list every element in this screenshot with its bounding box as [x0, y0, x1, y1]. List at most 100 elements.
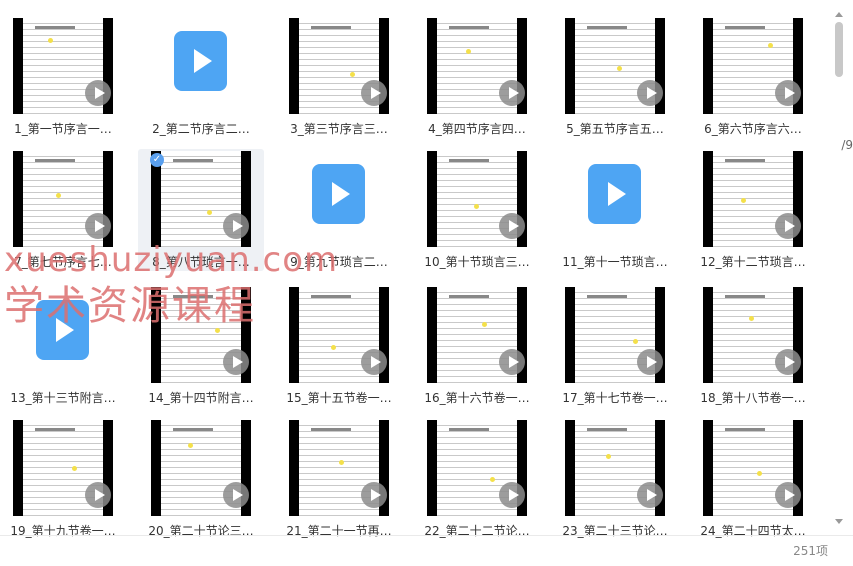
file-name: 10_第十节琐言三…: [424, 255, 530, 269]
file-tile[interactable]: 21_第二十一节再…: [276, 418, 402, 540]
cursor-highlight: [490, 477, 495, 482]
file-name: 13_第十三节附言…: [10, 391, 116, 405]
file-name: 23_第二十三节论…: [562, 524, 668, 538]
cursor-highlight: [188, 443, 193, 448]
file-tile[interactable]: 23_第二十三节论…: [552, 418, 678, 540]
cursor-highlight: [72, 466, 77, 471]
file-name: 9_第九节琐言二…: [290, 255, 388, 269]
file-name: 5_第五节序言五…: [566, 122, 664, 136]
play-icon[interactable]: [775, 349, 801, 375]
video-thumbnail: [427, 151, 527, 247]
file-tile[interactable]: 10_第十节琐言三…: [414, 149, 540, 271]
play-icon[interactable]: [499, 213, 525, 239]
file-name: 2_第二节序言二…: [152, 122, 250, 136]
file-name: 1_第一节序言一…: [14, 122, 112, 136]
play-icon[interactable]: [223, 349, 249, 375]
selected-check-icon[interactable]: ✓: [150, 153, 164, 167]
play-icon[interactable]: [775, 482, 801, 508]
cursor-highlight: [56, 193, 61, 198]
video-thumbnail: [289, 420, 389, 516]
play-icon[interactable]: [637, 80, 663, 106]
cursor-highlight: [350, 72, 355, 77]
file-tile[interactable]: 5_第五节序言五…: [552, 16, 678, 138]
scroll-thumb[interactable]: [835, 22, 843, 77]
scroll-up-icon[interactable]: [835, 12, 843, 17]
play-icon[interactable]: [85, 80, 111, 106]
file-tile[interactable]: 19_第十九节卷一…: [0, 418, 126, 540]
video-thumbnail: [427, 287, 527, 383]
play-icon[interactable]: [775, 80, 801, 106]
file-tile[interactable]: 7_第七节序言七…: [0, 149, 126, 271]
cursor-highlight: [749, 316, 754, 321]
file-tile[interactable]: 1_第一节序言一…: [0, 16, 126, 138]
file-tile[interactable]: 15_第十五节卷一…: [276, 285, 402, 407]
cursor-highlight: [741, 198, 746, 203]
status-divider: [0, 535, 853, 536]
file-thumbnail: [151, 18, 251, 114]
cursor-highlight: [474, 204, 479, 209]
play-icon[interactable]: [223, 482, 249, 508]
play-icon[interactable]: [361, 482, 387, 508]
file-tile[interactable]: 2_第二节序言二…: [138, 16, 264, 138]
file-tile[interactable]: 14_第十四节附言…: [138, 285, 264, 407]
cursor-highlight: [48, 38, 53, 43]
file-tile[interactable]: 16_第十六节卷一…: [414, 285, 540, 407]
cursor-highlight: [482, 322, 487, 327]
file-thumbnail: [289, 151, 389, 247]
video-file-icon: [36, 300, 89, 360]
play-icon[interactable]: [223, 213, 249, 239]
file-tile[interactable]: 17_第十七节卷一…: [552, 285, 678, 407]
video-thumbnail: [703, 287, 803, 383]
play-icon[interactable]: [499, 349, 525, 375]
video-thumbnail: [13, 151, 113, 247]
file-tile[interactable]: 18_第十八节卷一…: [690, 285, 816, 407]
file-name: 19_第十九节卷一…: [10, 524, 116, 538]
play-icon[interactable]: [361, 349, 387, 375]
play-icon[interactable]: [775, 213, 801, 239]
video-thumbnail: [427, 420, 527, 516]
file-tile[interactable]: 24_第二十四节太…: [690, 418, 816, 540]
file-tile[interactable]: 11_第十一节琐言…: [552, 149, 678, 271]
file-tile[interactable]: 9_第九节琐言二…: [276, 149, 402, 271]
file-tile[interactable]: 12_第十二节琐言…: [690, 149, 816, 271]
play-icon[interactable]: [499, 80, 525, 106]
file-thumbnail: [13, 287, 113, 383]
file-thumbnail: [565, 151, 665, 247]
video-thumbnail: [703, 151, 803, 247]
edge-text: /9: [841, 138, 853, 152]
play-icon[interactable]: [85, 213, 111, 239]
file-name: 15_第十五节卷一…: [286, 391, 392, 405]
cursor-highlight: [606, 454, 611, 459]
video-thumbnail: [565, 287, 665, 383]
vertical-scrollbar[interactable]: [835, 12, 843, 524]
scroll-down-icon[interactable]: [835, 519, 843, 524]
file-tile[interactable]: 3_第三节序言三…: [276, 16, 402, 138]
file-tile[interactable]: 4_第四节序言四…: [414, 16, 540, 138]
file-tile[interactable]: 22_第二十二节论…: [414, 418, 540, 540]
video-file-icon: [174, 31, 227, 91]
file-name: 24_第二十四节太…: [700, 524, 806, 538]
video-thumbnail: [13, 18, 113, 114]
file-tile[interactable]: ✓ 8_第八节琐言一…: [138, 149, 264, 271]
cursor-highlight: [768, 43, 773, 48]
play-icon[interactable]: [85, 482, 111, 508]
video-thumbnail: [289, 287, 389, 383]
video-thumbnail: [427, 18, 527, 114]
file-name: 14_第十四节附言…: [148, 391, 254, 405]
file-tile[interactable]: 13_第十三节附言…: [0, 285, 126, 407]
video-file-icon: [588, 164, 641, 224]
play-icon[interactable]: [499, 482, 525, 508]
file-name: 3_第三节序言三…: [290, 122, 388, 136]
file-name: 18_第十八节卷一…: [700, 391, 806, 405]
item-count: 251项: [793, 544, 828, 558]
play-icon[interactable]: [637, 482, 663, 508]
file-tile[interactable]: 6_第六节序言六…: [690, 16, 816, 138]
play-icon[interactable]: [361, 80, 387, 106]
file-tile[interactable]: 20_第二十节论三…: [138, 418, 264, 540]
video-thumbnail: [565, 18, 665, 114]
cursor-highlight: [339, 460, 344, 465]
play-icon[interactable]: [637, 349, 663, 375]
cursor-highlight: [617, 66, 622, 71]
file-name: 6_第六节序言六…: [704, 122, 802, 136]
cursor-highlight: [331, 345, 336, 350]
